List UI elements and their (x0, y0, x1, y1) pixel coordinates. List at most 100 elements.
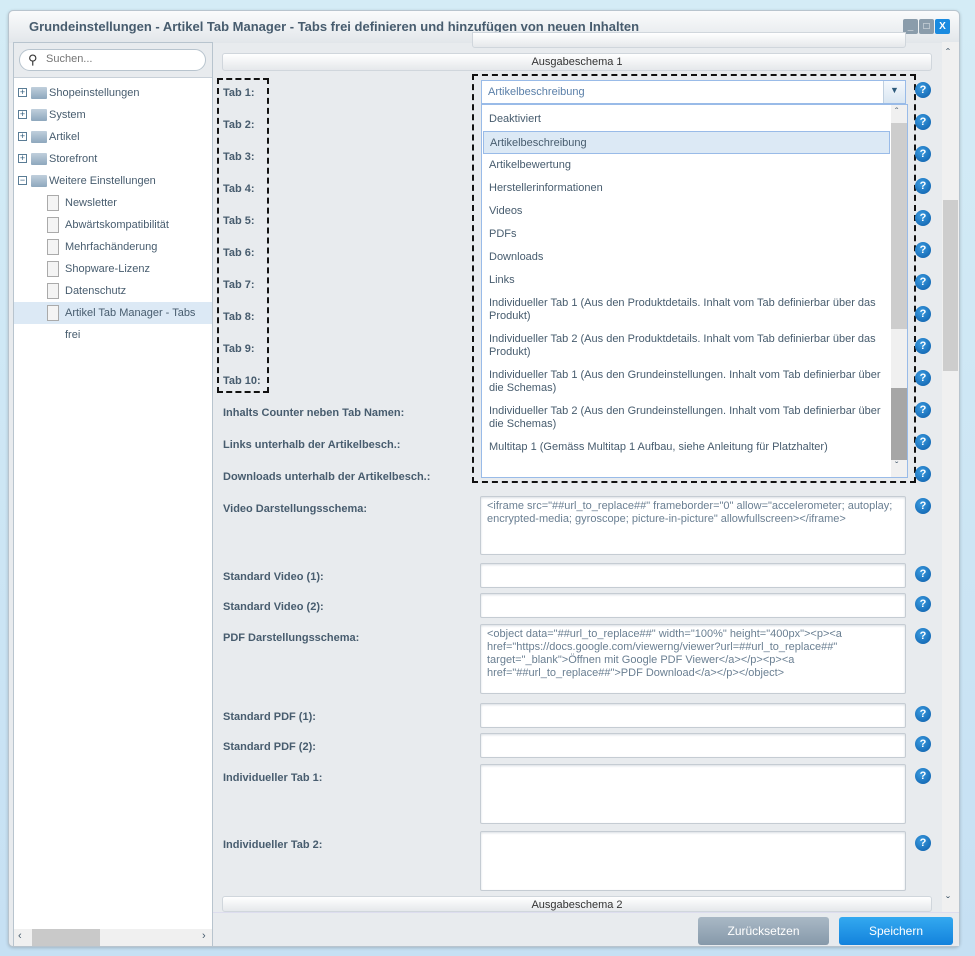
scroll-left-icon[interactable]: ‹ (18, 930, 22, 942)
tab-label: Tab 3: (223, 151, 255, 163)
tree-item[interactable]: Artikel Tab Manager - Tabs frei (14, 302, 212, 341)
dropdown-option[interactable]: Herstellerinformationen (483, 177, 890, 200)
main-vertical-scrollbar[interactable]: ˆ ˇ (942, 42, 959, 912)
reset-button[interactable]: Zurücksetzen (698, 917, 829, 945)
scroll-right-icon[interactable]: › (202, 930, 206, 942)
sidebar-horizontal-scrollbar[interactable]: ‹ › (14, 929, 212, 946)
tree-item[interactable]: Newsletter (14, 192, 212, 214)
video-schema-field[interactable]: <iframe src="##url_to_replace##" framebo… (480, 496, 906, 555)
dropdown-scrollbar[interactable]: ˆ ˇ (891, 105, 907, 477)
std-video1-field[interactable] (480, 563, 906, 588)
sidebar: ⚲ + Shopeinstellungen + System + Artikel + Stor… (13, 42, 213, 946)
help-icon[interactable]: ? (915, 210, 931, 226)
help-icon[interactable]: ? (915, 114, 931, 130)
help-icon[interactable]: ? (915, 434, 931, 450)
std-video2-field[interactable] (480, 593, 906, 618)
tree-item[interactable]: Mehrfachänderung (14, 236, 212, 258)
ind-tab1-field[interactable] (480, 764, 906, 824)
tab1-select[interactable]: Artikelbeschreibung (481, 80, 906, 104)
scroll-down-icon[interactable]: ˇ (946, 894, 950, 908)
counter-label: Inhalts Counter neben Tab Namen: (223, 407, 405, 419)
close-button[interactable]: X (935, 19, 950, 34)
help-icon[interactable]: ? (915, 370, 931, 386)
expand-icon[interactable]: + (18, 132, 27, 141)
dropdown-option[interactable]: Artikelbeschreibung (483, 131, 890, 154)
help-icon[interactable]: ? (915, 82, 931, 98)
help-icon[interactable]: ? (915, 306, 931, 322)
tree-item[interactable]: Datenschutz (14, 280, 212, 302)
dropdown-option[interactable]: Downloads (483, 246, 890, 269)
document-icon (47, 283, 59, 299)
help-icon[interactable]: ? (915, 146, 931, 162)
dropdown-option[interactable]: Multitap 2 (Gemäss Multitap 2 Aufbau, si… (483, 472, 890, 477)
tree-item[interactable]: + Storefront (14, 148, 212, 170)
folder-icon (31, 153, 47, 165)
dropdown-option[interactable]: Individueller Tab 1 (Aus den Grundeinste… (483, 364, 890, 400)
dropdown-trigger[interactable]: ▼ (883, 81, 905, 103)
save-button[interactable]: Speichern (839, 917, 953, 945)
help-icon[interactable]: ? (915, 835, 931, 851)
help-icon[interactable]: ? (915, 596, 931, 612)
help-icon[interactable]: ? (915, 274, 931, 290)
search-icon: ⚲ (28, 52, 38, 67)
help-icon[interactable]: ? (915, 338, 931, 354)
tree-item[interactable]: + Artikel (14, 126, 212, 148)
help-icon[interactable]: ? (915, 566, 931, 582)
dropdown-option[interactable]: Individueller Tab 2 (Aus den Produktdeta… (483, 328, 890, 364)
help-icon[interactable]: ? (915, 768, 931, 784)
std-pdf2-field[interactable] (480, 733, 906, 758)
search-field[interactable]: ⚲ (19, 49, 206, 71)
std-pdf1-field[interactable] (480, 703, 906, 728)
tree-item-label: Datenschutz (65, 285, 127, 297)
expand-icon[interactable]: + (18, 154, 27, 163)
ind-tab2-label: Individueller Tab 2: (223, 839, 323, 851)
tree-item[interactable]: Shopware-Lizenz (14, 258, 212, 280)
help-icon[interactable]: ? (915, 628, 931, 644)
search-area: ⚲ (14, 43, 212, 78)
maximize-button[interactable]: □ (919, 19, 934, 34)
search-input[interactable] (46, 53, 196, 65)
dropdown-option[interactable]: Multitap 1 (Gemäss Multitap 1 Aufbau, si… (483, 436, 890, 472)
tree-item-label: Storefront (49, 153, 98, 165)
expand-icon[interactable]: + (18, 110, 27, 119)
dropdown-option[interactable]: Videos (483, 200, 890, 223)
help-icon[interactable]: ? (915, 178, 931, 194)
tree-item[interactable]: Abwärtskompatibilität (14, 214, 212, 236)
document-icon (47, 305, 59, 321)
scroll-thumb[interactable] (943, 200, 958, 371)
help-icon[interactable]: ? (915, 706, 931, 722)
help-icon[interactable]: ? (915, 402, 931, 418)
tab-label: Tab 8: (223, 311, 255, 323)
scroll-up-icon[interactable]: ˆ (895, 107, 898, 118)
dropdown-option[interactable]: Artikelbewertung (483, 154, 890, 177)
dropdown-option[interactable]: Deaktiviert (483, 108, 890, 131)
dropdown-option[interactable]: PDFs (483, 223, 890, 246)
scroll-down-icon[interactable]: ˇ (895, 461, 898, 472)
collapse-icon[interactable]: − (18, 176, 27, 185)
tab-label: Tab 10: (223, 375, 261, 387)
folder-icon (31, 87, 47, 99)
section-header-ausgabeschema-1[interactable]: Ausgabeschema 1 (222, 53, 932, 71)
help-icon[interactable]: ? (915, 736, 931, 752)
ind-tab2-field[interactable] (480, 831, 906, 891)
downloads-label: Downloads unterhalb der Artikelbesch.: (223, 471, 431, 483)
dropdown-option[interactable]: Links (483, 269, 890, 292)
scroll-up-icon[interactable]: ˆ (946, 46, 950, 60)
tree-item[interactable]: + System (14, 104, 212, 126)
help-icon[interactable]: ? (915, 242, 931, 258)
tab-label: Tab 2: (223, 119, 255, 131)
dropdown-option[interactable]: Individueller Tab 2 (Aus den Grundeinste… (483, 400, 890, 436)
tree-item-label: System (49, 109, 86, 121)
scroll-thumb[interactable] (891, 388, 907, 460)
help-icon[interactable]: ? (915, 466, 931, 482)
tree-item[interactable]: + Shopeinstellungen (14, 82, 212, 104)
help-icon[interactable]: ? (915, 498, 931, 514)
dropdown-option[interactable]: Individueller Tab 1 (Aus den Produktdeta… (483, 292, 890, 328)
expand-icon[interactable]: + (18, 88, 27, 97)
section-header-ausgabeschema-2[interactable]: Ausgabeschema 2 (222, 896, 932, 912)
tree-item-label: Newsletter (65, 197, 117, 209)
tree-item[interactable]: − Weitere Einstellungen (14, 170, 212, 192)
pdf-schema-field[interactable]: <object data="##url_to_replace##" width=… (480, 624, 906, 694)
scroll-thumb[interactable] (32, 929, 100, 946)
tree-item-label: Artikel Tab Manager - Tabs frei (65, 307, 196, 341)
